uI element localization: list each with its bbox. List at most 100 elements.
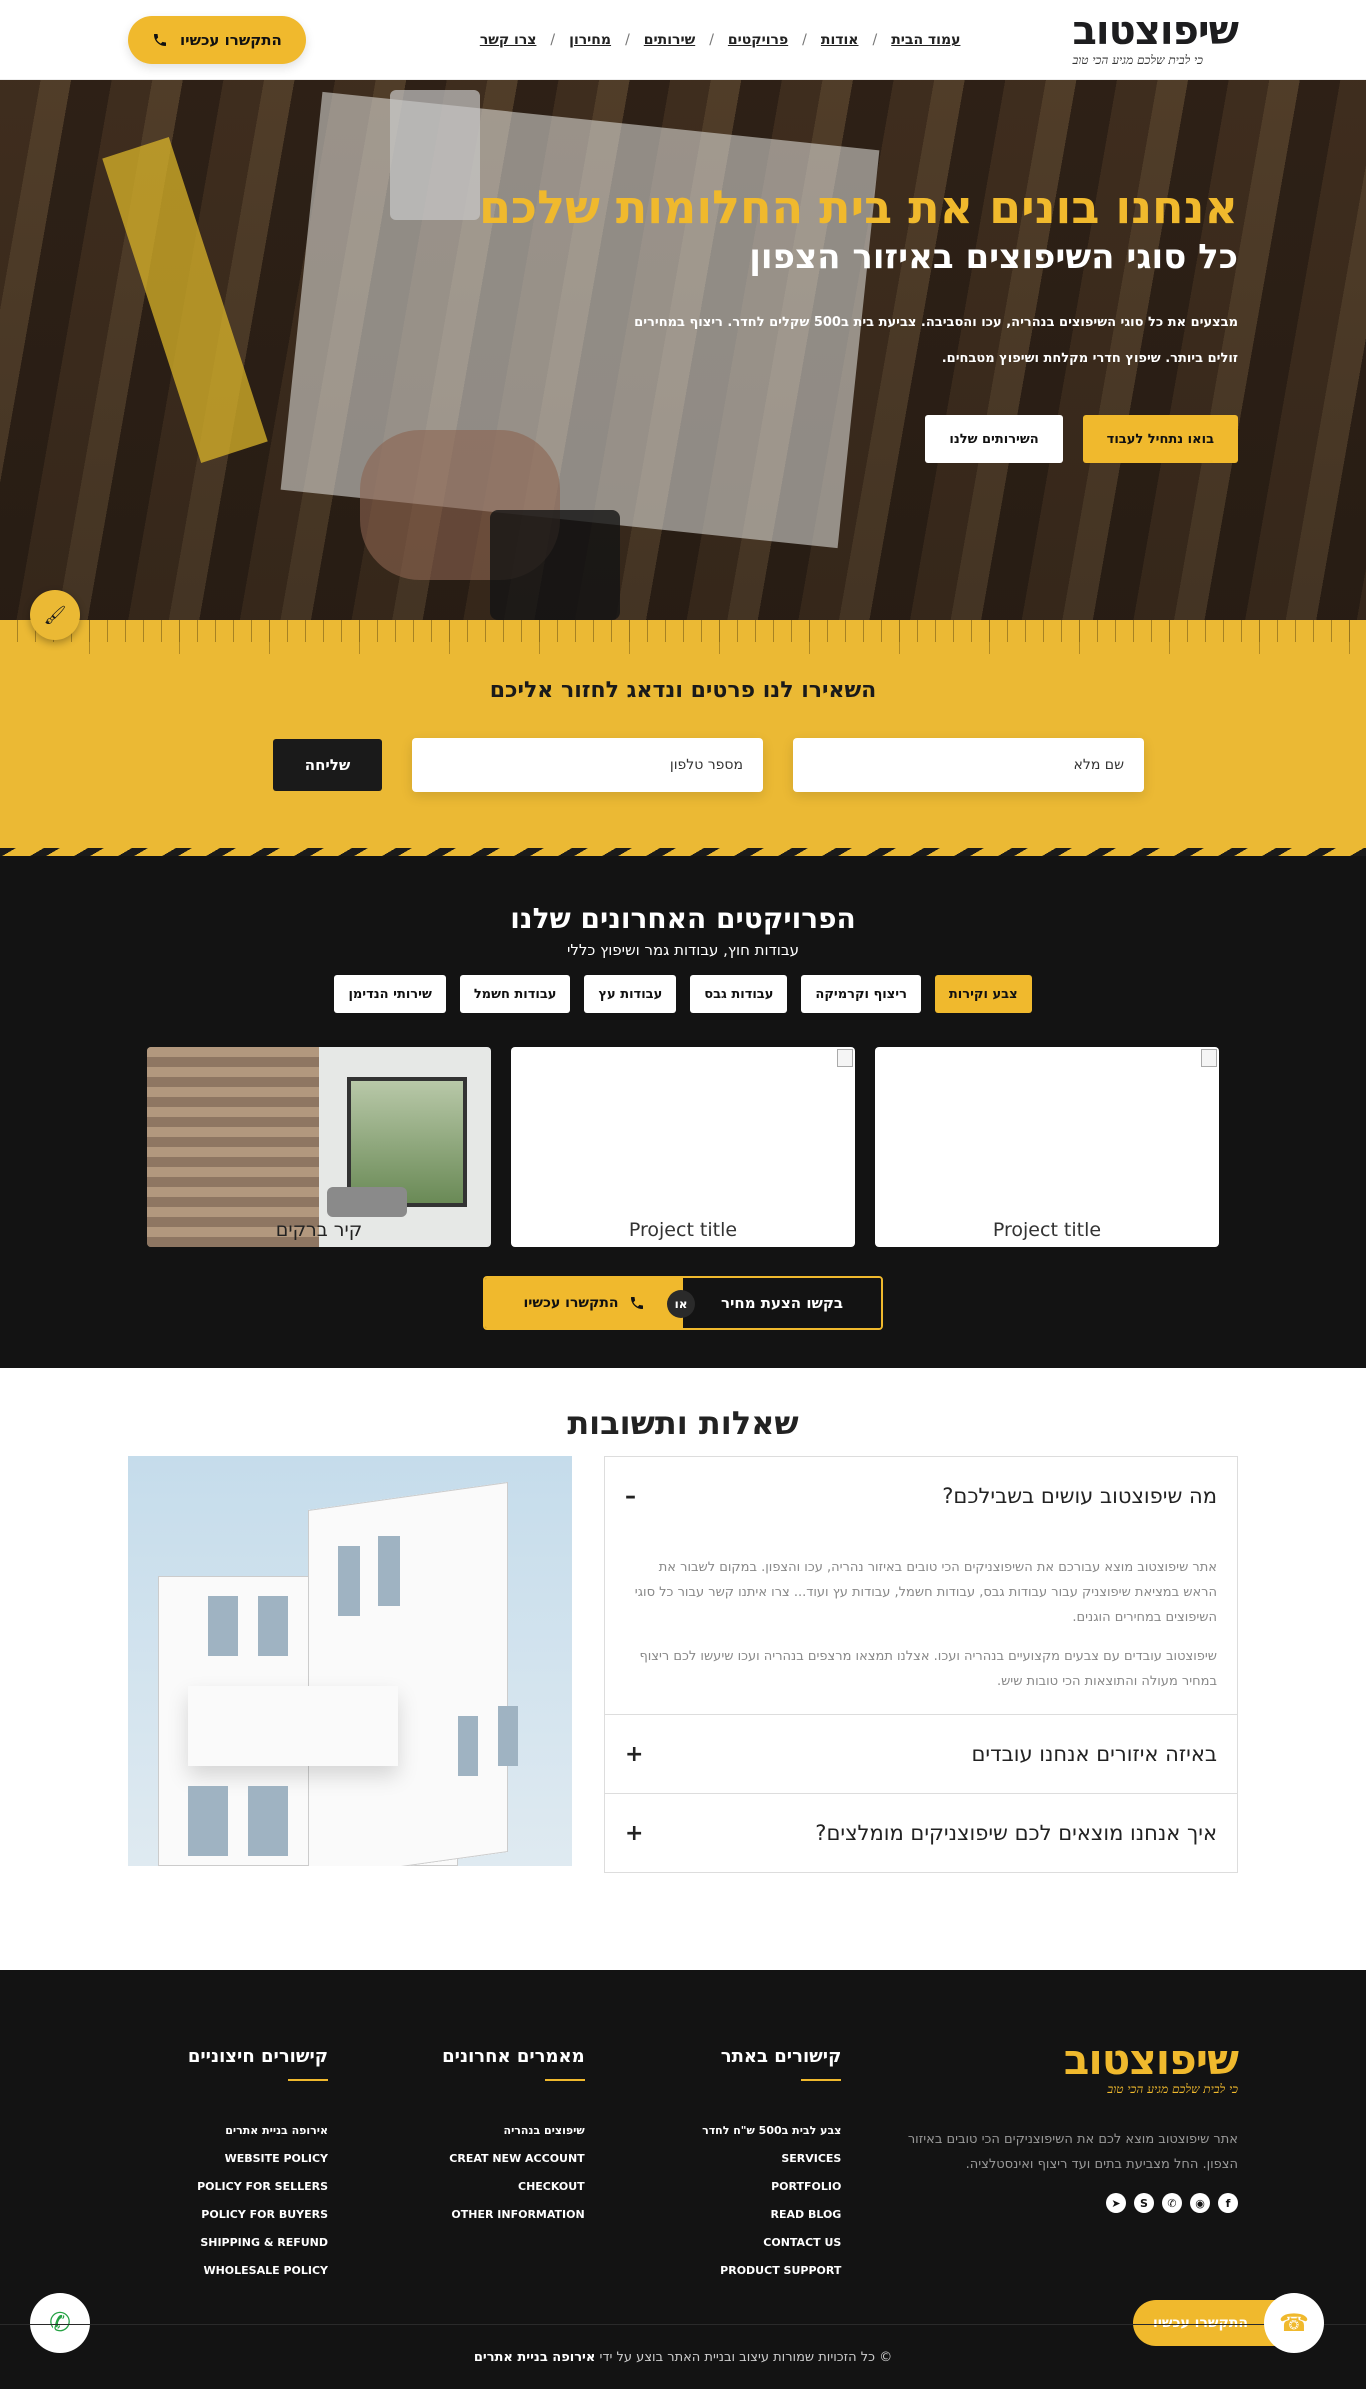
nav-contact[interactable]: צרו קשר <box>480 32 537 48</box>
footer-link[interactable]: OTHER INFORMATION <box>385 2201 584 2229</box>
faq-item: איך אנחנו מוצאים לכם שיפוצניקים מומלצים?… <box>605 1794 1237 1872</box>
lead-form-section: 🖌 השאירו לנו פרטים ונדאג לחזור אליכם שלי… <box>0 590 1366 856</box>
start-work-button[interactable]: בואו נתחיל לעבוד <box>1082 415 1238 464</box>
footer-about: שיפוצטוב כי לבית שלכם מגיע הכי טוב אתר ש… <box>898 2038 1239 2285</box>
footer-link[interactable]: WEBSITE POLICY <box>128 2145 328 2173</box>
social-links: ➤ S ✆ ◉ f <box>898 2193 1238 2213</box>
copyright-brand-link[interactable]: אירופה בניית אתרים <box>474 2350 596 2365</box>
footer-link[interactable]: צבע לבית ב500 ש"ח לחדר <box>641 2117 841 2145</box>
filter-electric[interactable]: עבודות חשמל <box>459 975 571 1013</box>
nav-about[interactable]: אודות <box>821 32 859 48</box>
hero-buttons: בואו נתחיל לעבוד השירותים שלנו <box>418 415 1238 464</box>
footer-link[interactable]: שיפוצים בנהריה <box>385 2117 585 2145</box>
footer-divider <box>801 2079 842 2081</box>
filter-tiles[interactable]: ריצוף וקרמיקה <box>801 975 921 1013</box>
hero-section: אנחנו בונים את בית החלומות שלכם כל סוגי … <box>0 80 1366 620</box>
nav-services[interactable]: שירותים <box>644 32 695 48</box>
project-card[interactable]: Project title <box>511 1047 855 1247</box>
projects-subtitle: עבודות חוץ, עבודות גמר ושיפוץ כללי <box>567 941 799 959</box>
footer-divider <box>544 2079 585 2081</box>
faq-question[interactable]: איך אנחנו מוצאים לכם שיפוצניקים מומלצים?… <box>605 1794 1237 1872</box>
footer-link[interactable]: CHECKOUT <box>385 2173 585 2201</box>
footer-columns: שיפוצטוב כי לבית שלכם מגיע הכי טוב אתר ש… <box>128 2038 1239 2285</box>
footer-logo-title[interactable]: שיפוצטוב <box>898 2038 1239 2082</box>
instagram-icon[interactable]: ◉ <box>1190 2193 1210 2213</box>
footer-link[interactable]: POLICY FOR BUYERS <box>128 2201 328 2229</box>
footer-link[interactable]: READ BLOG <box>641 2201 842 2229</box>
faq-section: שאלות ותשובות מה שיפוצטוב עושים בשבילכם?… <box>0 1368 1366 1970</box>
filter-paint-walls[interactable]: צבע וקירות <box>934 975 1032 1013</box>
request-quote-button[interactable]: בקשו הצעת מחיר <box>683 1278 881 1328</box>
footer-link[interactable]: SERVICES <box>641 2145 841 2173</box>
project-card[interactable]: קיר ברקים <box>147 1047 491 1247</box>
phone-icon: ☎ <box>1264 2293 1324 2353</box>
hero-content: אנחנו בונים את בית החלומות שלכם כל סוגי … <box>418 180 1238 464</box>
footer-logo-tagline: כי לבית שלכם מגיע הכי טוב <box>1107 2082 1238 2096</box>
faq-question-text: באיזה איזורים אנחנו עובדים <box>971 1742 1218 1766</box>
faq-answer-paragraph: אתר שיפוצטוב מוצא עבורכם את השיפוצניקים … <box>634 1560 1217 1625</box>
filter-handyman[interactable]: שירותי הנדימן <box>334 975 446 1013</box>
broken-image-icon <box>1201 1049 1217 1067</box>
expand-icon[interactable]: + <box>625 1742 643 1767</box>
phone-input[interactable] <box>412 738 763 792</box>
full-name-input[interactable] <box>793 738 1144 792</box>
hero-title: אנחנו בונים את בית החלומות שלכם <box>479 180 1238 234</box>
faq-item: באיזה איזורים אנחנו עובדים + <box>605 1715 1237 1794</box>
facebook-icon[interactable]: f <box>1218 2193 1238 2213</box>
skype-icon[interactable]: S <box>1134 2193 1154 2213</box>
copyright-text: © כל הזכויות שמורות עיצוב ובניית האתר בו… <box>599 2349 893 2365</box>
project-card-title: Project title <box>992 1219 1102 1241</box>
collapse-icon[interactable]: – <box>625 1484 636 1509</box>
telegram-icon[interactable]: ➤ <box>1106 2193 1126 2213</box>
footer-link[interactable]: PRODUCT SUPPORT <box>641 2257 841 2285</box>
footer-about-text: אתר שיפוצטוב מוצא לכם את השיפוצניקים הכי… <box>907 2132 1238 2172</box>
footer-col-title: מאמרים אחרונים <box>442 2046 585 2067</box>
footer-link[interactable]: CREAT NEW ACCOUNT <box>385 2145 584 2173</box>
project-card-title: Project title <box>628 1219 738 1241</box>
faq-question[interactable]: מה שיפוצטוב עושים בשבילכם? – <box>605 1457 1237 1535</box>
expand-icon[interactable]: + <box>625 1821 643 1846</box>
site-header: שיפוצטוב כי לבית שלכם מגיע הכי טוב עמוד … <box>0 0 1366 80</box>
footer-link[interactable]: POLICY FOR SELLERS <box>128 2173 328 2201</box>
faq-question-text: מה שיפוצטוב עושים בשבילכם? <box>942 1484 1217 1508</box>
projects-title: הפרויקטים האחרונים שלנו <box>510 902 856 935</box>
nav-projects[interactable]: פרויקטים <box>728 32 788 48</box>
footer-col-recent-articles: מאמרים אחרונים שיפוצים בנהריה CREAT NEW … <box>385 2038 585 2285</box>
project-card[interactable]: Project title <box>875 1047 1219 1247</box>
send-button[interactable]: שליחה <box>273 739 382 791</box>
hero-text: מבצעים את כל סוגי השיפוצים בנהריה, עכו ו… <box>418 305 1238 377</box>
footer-link[interactable]: SHIPPING & REFUND <box>128 2229 328 2257</box>
lead-form: שליחה <box>273 738 1144 792</box>
paint-roller-icon[interactable]: 🖌 <box>30 590 80 640</box>
nav-home[interactable]: עמוד הבית <box>891 32 960 48</box>
footer-link[interactable]: CONTACT US <box>641 2229 841 2257</box>
hero-text-line2: זולים ביותר. שיפוץ חדרי מקלחת ושיפוץ מטב… <box>941 351 1238 367</box>
filter-drywall[interactable]: עבודות גבס <box>690 975 788 1013</box>
call-now-cta-label: התקשרו עכשיו <box>523 1295 619 1311</box>
footer-link[interactable]: אירופה בניית אתרים <box>128 2117 328 2145</box>
copyright-bar: © כל הזכויות שמורות עיצוב ובניית האתר בו… <box>0 2324 1366 2389</box>
footer-link[interactable]: PORTFOLIO <box>641 2173 841 2201</box>
nav-pricing[interactable]: מחירון <box>569 32 611 48</box>
logo-title: שיפוצטוב <box>1072 8 1239 54</box>
faq-answer-paragraph: שיפוצטוב עובדים עם צבעים מקצועיים בנהריה… <box>639 1649 1217 1689</box>
call-now-button[interactable]: התקשרו עכשיו <box>128 15 306 64</box>
footer-link-list: שיפוצים בנהריה CREAT NEW ACCOUNT CHECKOU… <box>385 2117 585 2229</box>
footer-link[interactable]: WHOLESALE POLICY <box>128 2257 328 2285</box>
project-cta: בקשו הצעת מחיר התקשרו עכשיו או <box>483 1276 883 1330</box>
hero-subtitle: כל סוגי השיפוצים באיזור הצפון <box>749 237 1238 278</box>
footer-col-title: קישורים חיצוניים <box>187 2046 329 2067</box>
phone-icon <box>154 33 166 46</box>
whatsapp-icon[interactable]: ✆ <box>1162 2193 1182 2213</box>
filter-wood[interactable]: עבודות עץ <box>584 975 677 1013</box>
site-logo[interactable]: שיפוצטוב כי לבית שלכם מגיע הכי טוב <box>1072 8 1239 68</box>
our-services-button[interactable]: השירותים שלנו <box>925 415 1063 464</box>
brick-wall-image <box>147 1047 319 1247</box>
lead-title: השאירו לנו פרטים ונדאג לחזור אליכם <box>489 678 877 703</box>
call-now-cta-button[interactable]: התקשרו עכשיו <box>485 1278 683 1328</box>
project-filters: צבע וקירות ריצוף וקרמיקה עבודות גבס עבוד… <box>0 975 1366 1013</box>
faq-item: מה שיפוצטוב עושים בשבילכם? – אתר שיפוצטו… <box>605 1457 1237 1715</box>
nav-separator: / <box>709 31 714 48</box>
faq-question[interactable]: באיזה איזורים אנחנו עובדים + <box>605 1715 1237 1793</box>
main-nav: עמוד הבית / אודות / פרויקטים / שירותים /… <box>480 32 961 48</box>
